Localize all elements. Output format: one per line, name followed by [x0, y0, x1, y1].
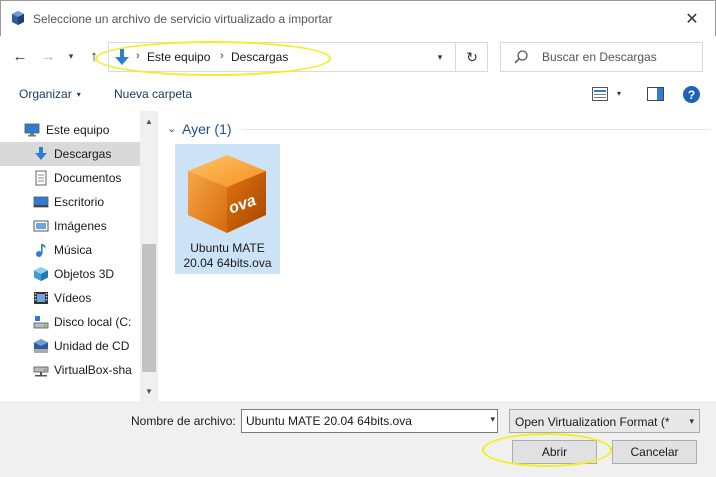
sidebar-item-disco-local[interactable]: Disco local (C: — [0, 310, 140, 334]
sidebar-item-musica[interactable]: Música — [0, 238, 140, 262]
new-folder-button[interactable]: Nueva carpeta — [114, 87, 192, 101]
sidebar-item-unidad-cd[interactable]: Unidad de CD — [0, 334, 140, 358]
sidebar-item-videos[interactable]: Vídeos — [0, 286, 140, 310]
sidebar-item-label: Documentos — [54, 171, 122, 185]
3d-objects-icon — [34, 267, 48, 281]
sidebar-item-imagenes[interactable]: Imágenes — [0, 214, 140, 238]
breadcrumb-descargas[interactable]: Descargas — [231, 50, 288, 64]
chevron-down-icon: ▾ — [689, 416, 694, 426]
sidebar-item-label: Vídeos — [54, 291, 92, 305]
back-button[interactable]: ← — [10, 46, 30, 66]
group-divider — [242, 129, 710, 130]
organize-label: Organizar — [19, 87, 72, 101]
address-bar[interactable]: › Este equipo › Descargas ▾ ↻ — [108, 42, 488, 72]
open-button[interactable]: Abrir — [512, 440, 597, 464]
chevron-down-icon: ▼ — [145, 386, 153, 396]
file-name: Ubuntu MATE 20.04 64bits.ova — [183, 241, 272, 270]
breadcrumb-separator: › — [220, 50, 224, 62]
close-button[interactable]: ✕ — [669, 1, 715, 37]
arrow-up-icon: ↑ — [90, 47, 98, 65]
filetype-select[interactable]: Open Virtualization Format (* ▾ — [509, 409, 700, 433]
sidebar-item-label: VirtualBox-sha — [54, 363, 132, 377]
navigation-bar: ← → ▾ ↑ › Este equipo › Descargas ▾ ↻ Bu… — [0, 36, 716, 76]
cd-drive-icon — [34, 339, 48, 353]
sidebar-item-label: Música — [54, 243, 93, 257]
filename-value: Ubuntu MATE 20.04 64bits.ova — [246, 414, 412, 428]
scroll-up-button[interactable]: ▲ — [140, 113, 158, 129]
chevron-down-icon: ▾ — [68, 50, 74, 61]
arrow-right-icon: → — [40, 47, 56, 65]
dialog-footer: Nombre de archivo: Ubuntu MATE 20.04 64b… — [0, 401, 716, 477]
breadcrumb-separator: › — [136, 50, 140, 62]
filename-input[interactable]: Ubuntu MATE 20.04 64bits.ova ▾ — [241, 409, 498, 433]
sidebar-item-descargas[interactable]: Descargas — [0, 142, 140, 166]
chevron-down-icon[interactable]: ▾ — [490, 414, 495, 425]
file-item[interactable]: ova Ubuntu MATE 20.04 64bits.ova — [175, 144, 280, 274]
cancel-button[interactable]: Cancelar — [612, 440, 697, 464]
view-dropdown-icon[interactable]: ▾ — [617, 89, 621, 98]
sidebar-item-label: Disco local (C: — [54, 315, 132, 329]
sidebar-item-label: Descargas — [54, 147, 112, 161]
sidebar-item-label: Imágenes — [54, 219, 107, 233]
sidebar-item-label: Objetos 3D — [54, 267, 115, 281]
scroll-down-button[interactable]: ▼ — [140, 383, 158, 399]
preview-pane-icon[interactable] — [647, 87, 664, 101]
refresh-button[interactable]: ↻ — [455, 43, 488, 71]
sidebar-item-objetos-3d[interactable]: Objetos 3D — [0, 262, 140, 286]
forward-button[interactable]: → — [38, 46, 58, 66]
search-box[interactable]: Buscar en Descargas — [500, 42, 703, 72]
title-bar: Seleccione un archivo de servicio virtua… — [0, 0, 716, 36]
view-options-icon[interactable] — [592, 87, 608, 101]
desktop-icon — [33, 196, 49, 208]
address-dropdown-button[interactable]: ▾ — [425, 43, 455, 71]
download-folder-icon — [35, 147, 47, 160]
navigation-pane: Este equipo Descargas Documentos Escrito… — [0, 111, 158, 401]
breadcrumb-este-equipo[interactable]: Este equipo — [147, 50, 210, 64]
network-drive-icon — [33, 366, 49, 377]
sidebar-item-label: Unidad de CD — [54, 339, 130, 353]
close-icon: ✕ — [685, 11, 699, 28]
local-disk-icon — [33, 316, 49, 329]
sidebar-scrollbar[interactable]: ▲ ▼ — [140, 111, 158, 401]
recent-locations-button[interactable]: ▾ — [64, 46, 78, 66]
sidebar-item-label: Este equipo — [46, 123, 110, 137]
pictures-icon — [33, 220, 49, 232]
help-button[interactable]: ? — [683, 86, 700, 103]
sidebar-item-escritorio[interactable]: Escritorio — [0, 190, 140, 214]
sidebar-item-documentos[interactable]: Documentos — [0, 166, 140, 190]
chevron-down-icon: ▾ — [76, 90, 81, 99]
videos-icon — [34, 292, 48, 304]
command-toolbar: Organizar ▾ Nueva carpeta ▾ ? — [0, 78, 716, 110]
computer-icon — [24, 123, 40, 137]
organize-menu[interactable]: Organizar ▾ — [19, 87, 81, 101]
virtualbox-icon — [12, 11, 24, 25]
filetype-value: Open Virtualization Format (* — [515, 415, 670, 429]
documents-icon — [35, 170, 47, 186]
ova-file-icon: ova — [188, 155, 266, 233]
search-placeholder: Buscar en Descargas — [542, 50, 657, 64]
window-title: Seleccione un archivo de servicio virtua… — [33, 12, 333, 26]
search-icon — [514, 50, 528, 64]
music-icon — [36, 244, 46, 257]
sidebar-item-label: Escritorio — [54, 195, 105, 209]
sidebar-item-virtualbox-share[interactable]: VirtualBox-sha — [0, 358, 140, 382]
group-collapse-icon[interactable]: ⌄ — [167, 122, 176, 135]
group-header[interactable]: Ayer (1) — [182, 121, 232, 137]
refresh-icon: ↻ — [466, 48, 478, 65]
chevron-up-icon: ▲ — [145, 116, 153, 126]
download-arrow-icon — [115, 49, 129, 65]
file-list-pane: ⌄ Ayer (1) ova Ubuntu MATE 20.04 64bits.… — [158, 111, 716, 401]
chevron-down-icon: ▾ — [437, 51, 443, 62]
up-button[interactable]: ↑ — [84, 46, 104, 66]
sidebar-item-este-equipo[interactable]: Este equipo — [0, 118, 140, 142]
scrollbar-thumb[interactable] — [142, 244, 156, 372]
arrow-left-icon: ← — [12, 47, 28, 65]
filename-label: Nombre de archivo: — [131, 414, 236, 428]
